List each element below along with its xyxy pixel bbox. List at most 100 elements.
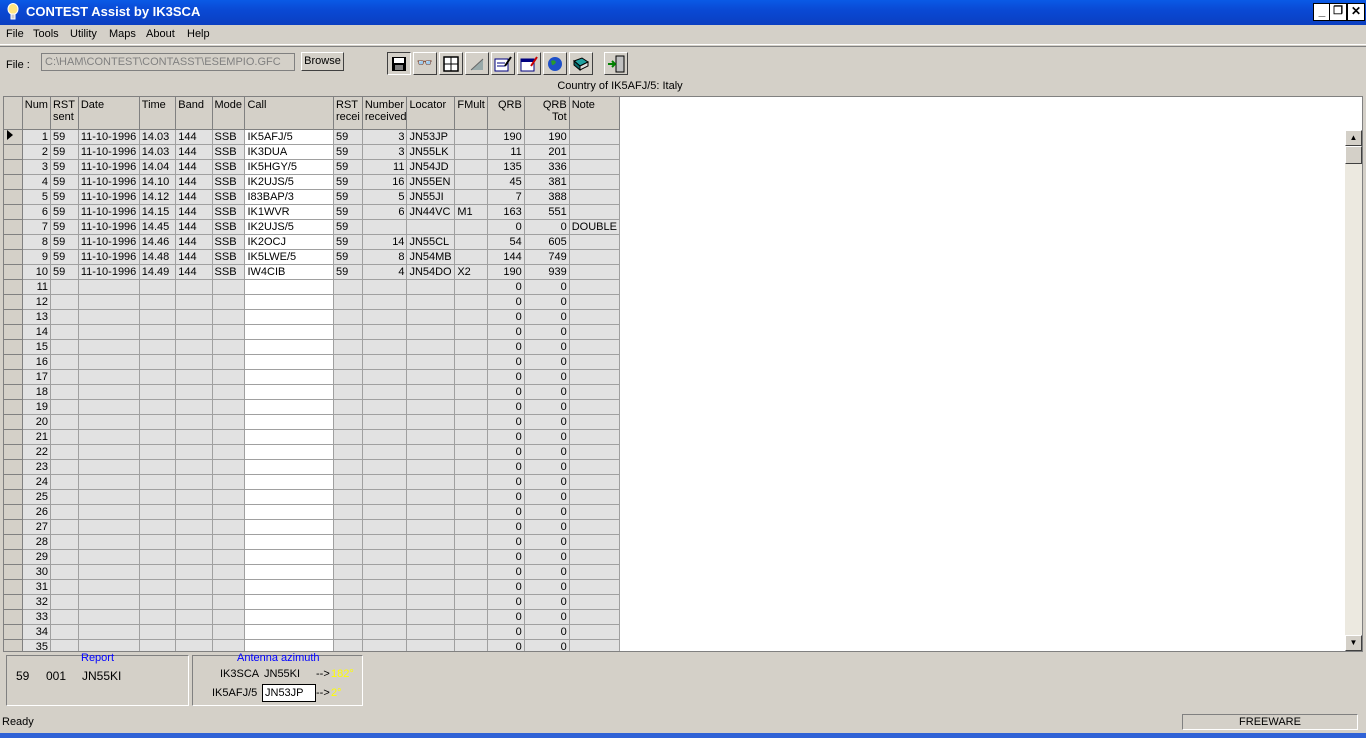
cell-qrb[interactable]: 0 — [487, 339, 525, 355]
cell-rst-sent[interactable] — [50, 534, 79, 550]
cell-num[interactable]: 10 — [22, 264, 51, 280]
cell-rst-received[interactable] — [333, 279, 363, 295]
cell-time[interactable] — [139, 459, 177, 475]
table-row[interactable]: 16 0 0 — [4, 354, 620, 370]
row-indicator[interactable] — [4, 429, 23, 445]
cell-mode[interactable]: SSB — [212, 189, 246, 205]
cell-qrb[interactable]: 0 — [487, 294, 525, 310]
cell-qrb[interactable]: 11 — [487, 144, 525, 160]
cell-num[interactable]: 24 — [22, 474, 51, 490]
cell-call[interactable] — [244, 489, 335, 505]
cell-num[interactable]: 4 — [22, 174, 51, 190]
cell-time[interactable]: 14.46 — [139, 234, 177, 250]
cell-rst-sent[interactable]: 59 — [50, 189, 79, 205]
cell-date[interactable]: 11-10-1996 — [78, 204, 140, 220]
cell-num[interactable]: 27 — [22, 519, 51, 535]
cell-rst-received[interactable]: 59 — [333, 219, 363, 235]
cell-number-received[interactable] — [362, 219, 408, 235]
row-indicator[interactable] — [4, 264, 23, 280]
cell-date[interactable] — [78, 639, 140, 651]
vertical-scrollbar[interactable]: ▲ ▼ — [1345, 130, 1362, 651]
cell-time[interactable] — [139, 519, 177, 535]
cell-call[interactable]: IK3DUA — [244, 144, 335, 160]
cell-locator[interactable] — [406, 369, 456, 385]
table-row[interactable]: 8 59 11-10-1996 14.46 144 SSB IK2OCJ 59 14 JN55CL… — [4, 234, 620, 250]
cell-qrb-tot[interactable]: 0 — [524, 459, 570, 475]
cell-fmult[interactable] — [454, 219, 488, 235]
table-row[interactable]: 9 59 11-10-1996 14.48 144 SSB IK5LWE/5 59 8 JN54M… — [4, 249, 620, 265]
cell-number-received[interactable] — [362, 414, 408, 430]
cell-band[interactable]: 144 — [175, 174, 213, 190]
cell-time[interactable] — [139, 564, 177, 580]
cell-note[interactable] — [569, 579, 620, 595]
row-indicator[interactable] — [4, 219, 23, 235]
cell-qrb-tot[interactable]: 0 — [524, 384, 570, 400]
cell-num[interactable]: 21 — [22, 429, 51, 445]
cell-qrb[interactable]: 0 — [487, 609, 525, 625]
cell-num[interactable]: 23 — [22, 459, 51, 475]
cell-rst-sent[interactable] — [50, 414, 79, 430]
cell-note[interactable] — [569, 504, 620, 520]
cell-fmult[interactable] — [454, 444, 488, 460]
cell-rst-received[interactable] — [333, 609, 363, 625]
cell-band[interactable] — [175, 639, 213, 651]
row-indicator[interactable] — [4, 579, 23, 595]
cell-date[interactable]: 11-10-1996 — [78, 219, 140, 235]
cell-locator[interactable] — [406, 399, 456, 415]
cell-number-received[interactable]: 4 — [362, 264, 408, 280]
cell-mode[interactable] — [212, 384, 246, 400]
row-indicator[interactable] — [4, 234, 23, 250]
cell-qrb[interactable]: 0 — [487, 429, 525, 445]
cell-qrb[interactable]: 0 — [487, 324, 525, 340]
cell-qrb[interactable]: 7 — [487, 189, 525, 205]
cell-mode[interactable] — [212, 534, 246, 550]
cell-qrb-tot[interactable]: 605 — [524, 234, 570, 250]
cell-rst-sent[interactable] — [50, 279, 79, 295]
col-header-rst-sent[interactable]: RST sent — [50, 97, 79, 130]
cell-time[interactable] — [139, 444, 177, 460]
cell-band[interactable] — [175, 534, 213, 550]
edit-list-icon[interactable] — [491, 52, 515, 75]
cell-time[interactable] — [139, 309, 177, 325]
globe-icon[interactable] — [543, 52, 567, 75]
cell-number-received[interactable]: 3 — [362, 129, 408, 145]
cell-band[interactable] — [175, 459, 213, 475]
row-indicator[interactable] — [4, 144, 23, 160]
cell-fmult[interactable] — [454, 144, 488, 160]
cell-num[interactable]: 9 — [22, 249, 51, 265]
cell-number-received[interactable]: 14 — [362, 234, 408, 250]
cell-mode[interactable] — [212, 549, 246, 565]
cell-mode[interactable] — [212, 639, 246, 651]
cell-locator[interactable] — [406, 624, 456, 640]
col-header-number-received[interactable]: Number received — [362, 97, 408, 130]
cell-locator[interactable] — [406, 219, 456, 235]
chart-icon[interactable] — [465, 52, 489, 75]
cell-qrb-tot[interactable]: 0 — [524, 564, 570, 580]
cell-time[interactable] — [139, 489, 177, 505]
cell-time[interactable]: 14.10 — [139, 174, 177, 190]
cell-fmult[interactable] — [454, 279, 488, 295]
cell-note[interactable] — [569, 639, 620, 651]
cell-qrb-tot[interactable]: 0 — [524, 444, 570, 460]
cell-band[interactable] — [175, 354, 213, 370]
cell-date[interactable] — [78, 339, 140, 355]
cell-time[interactable] — [139, 609, 177, 625]
cell-num[interactable]: 28 — [22, 534, 51, 550]
cell-note[interactable] — [569, 474, 620, 490]
cell-rst-received[interactable] — [333, 594, 363, 610]
cell-rst-received[interactable]: 59 — [333, 234, 363, 250]
table-row[interactable]: 23 0 0 — [4, 459, 620, 475]
cell-note[interactable] — [569, 294, 620, 310]
cell-time[interactable]: 14.49 — [139, 264, 177, 280]
row-indicator[interactable] — [4, 174, 23, 190]
col-header-qrb-tot[interactable]: QRB Tot — [524, 97, 570, 130]
cell-date[interactable] — [78, 594, 140, 610]
cell-fmult[interactable] — [454, 309, 488, 325]
cell-rst-sent[interactable] — [50, 309, 79, 325]
cell-qrb-tot[interactable]: 0 — [524, 399, 570, 415]
cell-band[interactable] — [175, 384, 213, 400]
cell-mode[interactable] — [212, 444, 246, 460]
table-row[interactable]: 17 0 0 — [4, 369, 620, 385]
cell-rst-received[interactable] — [333, 399, 363, 415]
cell-fmult[interactable] — [454, 384, 488, 400]
